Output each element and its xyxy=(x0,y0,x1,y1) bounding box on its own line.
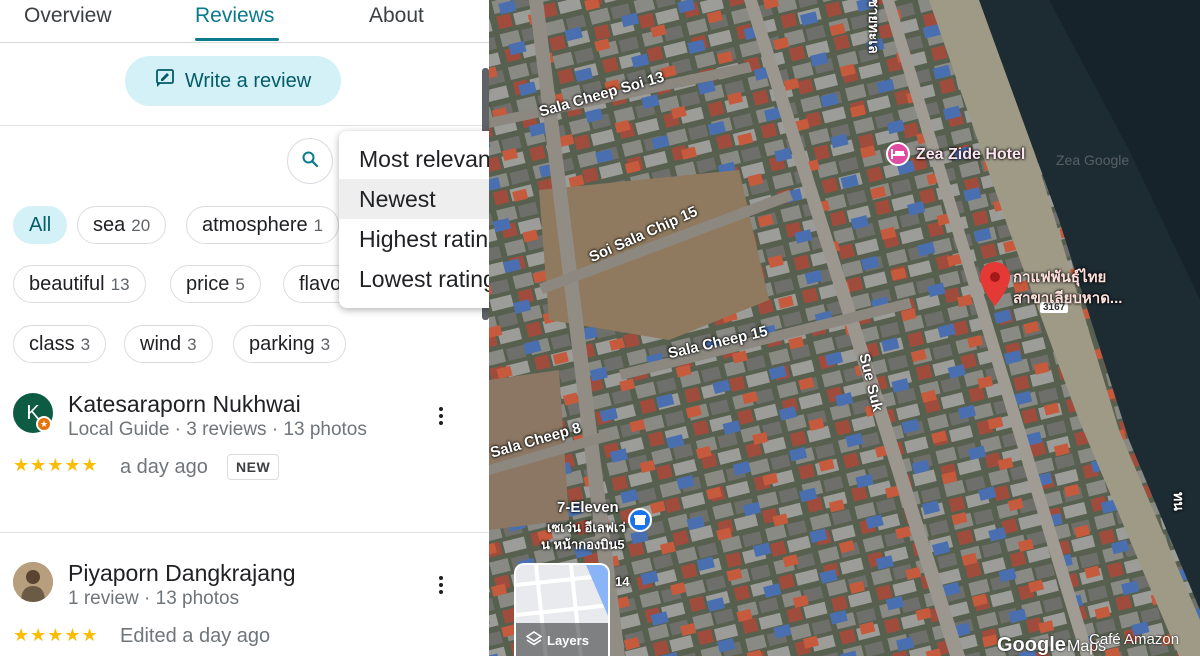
topic-label: sea xyxy=(93,214,126,236)
tab-about[interactable]: About xyxy=(369,0,424,42)
avatar[interactable] xyxy=(13,562,53,602)
divider xyxy=(0,125,489,126)
review-date: a day ago xyxy=(120,456,208,478)
topic-count: 13 xyxy=(110,275,130,294)
topic-count: 3 xyxy=(320,335,331,354)
edit-review-icon xyxy=(155,68,175,94)
review-date: Edited a day ago xyxy=(120,625,271,647)
tabs-divider xyxy=(0,42,489,43)
topic-label: atmosphere xyxy=(202,214,308,236)
topic-chip-all[interactable]: All xyxy=(13,206,68,244)
topic-chip-price[interactable]: price 5 xyxy=(170,265,261,303)
topic-chip-parking[interactable]: parking 3 xyxy=(233,325,347,363)
topic-chip-wind[interactable]: wind 3 xyxy=(124,325,213,363)
topic-label: wind xyxy=(140,333,182,355)
divider xyxy=(0,532,489,533)
star-rating: ★★★★★ xyxy=(13,455,99,475)
topic-count: 3 xyxy=(187,335,197,354)
reviewer-name[interactable]: Katesaraporn Nukhwai xyxy=(68,391,301,418)
topic-chip-atmosphere[interactable]: atmosphere 1 xyxy=(186,206,340,244)
local-guide-badge-icon: ★ xyxy=(36,416,52,432)
reviews-panel: Overview Reviews About Write a review Al… xyxy=(0,0,489,656)
tab-overview[interactable]: Overview xyxy=(24,0,112,42)
write-review-button[interactable]: Write a review xyxy=(125,56,341,106)
place-label[interactable]: Zea Zide Hotel xyxy=(916,146,1025,164)
layers-label: Layers xyxy=(547,633,589,648)
place-sublabel: น หน้ากองบิน5 xyxy=(541,537,625,552)
sort-option-lowest-rating[interactable]: Lowest rating xyxy=(339,259,489,299)
topic-label: flavo xyxy=(299,273,342,295)
write-review-label: Write a review xyxy=(184,69,312,92)
search-icon xyxy=(301,150,319,173)
topic-label: beautiful xyxy=(29,273,105,295)
sort-option-most-relevant[interactable]: Most relevant xyxy=(339,139,489,179)
selected-place-pin-icon[interactable] xyxy=(979,262,1011,311)
tab-reviews[interactable]: Reviews xyxy=(195,0,274,42)
topic-count: 5 xyxy=(235,275,245,294)
topic-count: 3 xyxy=(80,335,91,354)
sort-option-highest-rating[interactable]: Highest rating xyxy=(339,219,489,259)
review-more-options-icon[interactable] xyxy=(431,401,451,431)
street-label: ทน xyxy=(1171,492,1187,511)
map-watermark: Zea Google xyxy=(1056,152,1130,168)
sort-option-newest[interactable]: Newest xyxy=(339,179,489,219)
topic-chip-beautiful[interactable]: beautiful 13 xyxy=(13,265,146,303)
place-label[interactable]: 7-Eleven xyxy=(557,499,619,516)
topic-count: 20 xyxy=(131,216,151,235)
store-pin-icon[interactable] xyxy=(628,508,652,532)
star-rating: ★★★★★ xyxy=(13,625,99,645)
reviewer-meta[interactable]: Local Guide · 3 reviews · 13 photos xyxy=(68,419,367,441)
reviewer-name[interactable]: Piyaporn Dangkrajang xyxy=(68,560,296,587)
active-tab-indicator xyxy=(195,38,279,41)
topic-label: class xyxy=(29,333,75,355)
topic-label: price xyxy=(186,273,230,295)
new-badge: NEW xyxy=(227,454,280,480)
google-logo: Google xyxy=(997,634,1066,656)
search-reviews-button[interactable] xyxy=(287,138,333,184)
street-label: 14 xyxy=(615,574,630,589)
layers-button[interactable]: Layers xyxy=(514,563,610,656)
topic-chip-class[interactable]: class 3 xyxy=(13,325,107,363)
topic-count: 1 xyxy=(313,216,324,235)
reviewer-meta[interactable]: 1 review · 13 photos xyxy=(68,588,239,610)
hotel-pin-icon[interactable] xyxy=(886,142,910,166)
place-sublabel: สาขาเลียบหาด... xyxy=(1013,290,1123,307)
review-more-options-icon[interactable] xyxy=(431,570,451,600)
satellite-map[interactable]: Sala Cheep Soi 13 Soi Sala Chip 15 Sala … xyxy=(489,0,1200,656)
topic-chip-sea[interactable]: sea 20 xyxy=(77,206,167,244)
place-label[interactable]: Café Amazon xyxy=(1089,631,1179,648)
topic-label: parking xyxy=(249,333,315,355)
street-label: Sala C xyxy=(489,86,491,129)
sort-menu: Most relevant Newest Highest rating Lowe… xyxy=(339,131,489,308)
layers-icon xyxy=(525,631,543,650)
street-label: ชายทะเล xyxy=(866,0,882,54)
topic-label: All xyxy=(29,214,52,236)
